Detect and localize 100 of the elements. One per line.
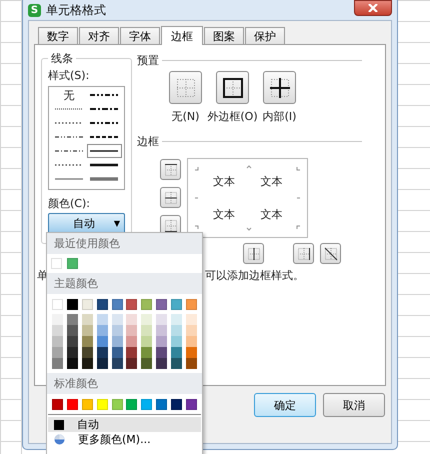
color-swatch[interactable]: [186, 399, 197, 410]
color-swatch[interactable]: [82, 325, 93, 336]
color-swatch[interactable]: [171, 299, 182, 310]
color-swatch[interactable]: [96, 325, 108, 336]
color-swatch[interactable]: [112, 314, 122, 325]
border-button[interactable]: [160, 187, 181, 208]
preset-button[interactable]: [216, 71, 249, 104]
color-swatch[interactable]: [156, 299, 168, 310]
color-swatch[interactable]: [66, 358, 78, 369]
color-swatch[interactable]: [171, 399, 182, 410]
color-swatch[interactable]: [186, 299, 197, 310]
color-swatch[interactable]: [141, 325, 152, 336]
color-swatch[interactable]: [51, 258, 62, 269]
color-swatch[interactable]: [112, 399, 122, 410]
preset-label[interactable]: 外边框(O): [207, 109, 258, 124]
cancel-button[interactable]: 取消: [323, 393, 385, 417]
color-swatch[interactable]: [82, 358, 93, 369]
color-swatch[interactable]: [126, 358, 138, 369]
color-swatch[interactable]: [141, 347, 152, 358]
border-button[interactable]: [320, 243, 341, 264]
color-dropdown[interactable]: 自动 ▼: [48, 213, 125, 234]
color-swatch[interactable]: [66, 299, 78, 310]
color-swatch[interactable]: [66, 325, 78, 336]
preset-label[interactable]: 内部(I): [262, 109, 296, 124]
color-swatch[interactable]: [156, 314, 168, 325]
border-button[interactable]: [160, 159, 181, 180]
color-swatch[interactable]: [171, 336, 182, 347]
line-sample: [54, 120, 83, 126]
color-swatch[interactable]: [96, 299, 108, 310]
color-swatch[interactable]: [82, 399, 93, 410]
color-swatch[interactable]: [156, 399, 168, 410]
color-swatch[interactable]: [186, 358, 197, 369]
color-swatch[interactable]: [96, 347, 108, 358]
menu-item[interactable]: 更多颜色(M)...: [48, 432, 201, 447]
color-swatch[interactable]: [112, 325, 122, 336]
color-swatch[interactable]: [82, 314, 93, 325]
color-swatch[interactable]: [126, 325, 138, 336]
color-swatch[interactable]: [171, 314, 182, 325]
tab[interactable]: 图案: [204, 27, 244, 44]
close-button[interactable]: [354, 0, 392, 16]
color-swatch[interactable]: [112, 336, 122, 347]
color-swatch[interactable]: [112, 347, 122, 358]
line-style-option[interactable]: [86, 144, 122, 158]
color-swatch[interactable]: [112, 299, 122, 310]
color-swatch[interactable]: [126, 347, 138, 358]
line-style-list[interactable]: 无: [48, 86, 125, 190]
color-swatch[interactable]: [66, 336, 78, 347]
color-swatch[interactable]: [156, 325, 168, 336]
color-swatch[interactable]: [96, 399, 108, 410]
color-swatch[interactable]: [82, 299, 93, 310]
color-swatch[interactable]: [171, 325, 182, 336]
tab[interactable]: 保护: [245, 27, 285, 44]
tab[interactable]: 对齐: [79, 27, 119, 44]
color-swatch[interactable]: [52, 399, 63, 410]
color-swatch[interactable]: [96, 358, 108, 369]
preset-label[interactable]: 无(N): [172, 109, 200, 124]
color-swatch[interactable]: [141, 314, 152, 325]
color-swatch[interactable]: [156, 336, 168, 347]
hint-text: 可以添加边框样式。: [205, 268, 304, 283]
color-swatch[interactable]: [186, 336, 197, 347]
preset-button[interactable]: [263, 71, 296, 104]
color-swatch[interactable]: [171, 358, 182, 369]
border-button[interactable]: [293, 243, 314, 264]
color-swatch[interactable]: [186, 314, 197, 325]
tab[interactable]: 字体: [120, 27, 160, 44]
color-swatch[interactable]: [67, 258, 78, 269]
color-swatch[interactable]: [156, 347, 168, 358]
color-swatch[interactable]: [126, 336, 138, 347]
color-swatch[interactable]: [126, 299, 138, 310]
color-swatch[interactable]: [66, 314, 78, 325]
color-swatch[interactable]: [141, 399, 152, 410]
color-swatch[interactable]: [171, 347, 182, 358]
tab[interactable]: 边框: [161, 26, 203, 45]
color-swatch[interactable]: [52, 314, 63, 325]
color-swatch[interactable]: [141, 358, 152, 369]
color-swatch[interactable]: [52, 325, 63, 336]
color-swatch[interactable]: [96, 314, 108, 325]
color-swatch[interactable]: [66, 399, 78, 410]
color-swatch[interactable]: [141, 299, 152, 310]
color-swatch[interactable]: [156, 358, 168, 369]
color-swatch[interactable]: [96, 336, 108, 347]
border-button[interactable]: [243, 243, 264, 264]
ok-button[interactable]: 确定: [254, 393, 316, 417]
color-swatch[interactable]: [82, 336, 93, 347]
color-swatch[interactable]: [52, 336, 63, 347]
color-swatch[interactable]: [52, 358, 63, 369]
color-swatch[interactable]: [52, 347, 63, 358]
color-swatch[interactable]: [82, 347, 93, 358]
color-swatch[interactable]: [126, 399, 138, 410]
field-label: 颜色(C):: [48, 196, 91, 211]
color-swatch[interactable]: [66, 347, 78, 358]
color-swatch[interactable]: [52, 299, 63, 310]
color-swatch[interactable]: [186, 347, 197, 358]
color-swatch[interactable]: [126, 314, 138, 325]
color-swatch[interactable]: [186, 325, 197, 336]
menu-item[interactable]: 自动: [48, 417, 201, 432]
color-swatch[interactable]: [141, 336, 152, 347]
line-style-option[interactable]: 无: [51, 88, 86, 102]
color-swatch[interactable]: [112, 358, 122, 369]
tab[interactable]: 数字: [38, 27, 78, 44]
